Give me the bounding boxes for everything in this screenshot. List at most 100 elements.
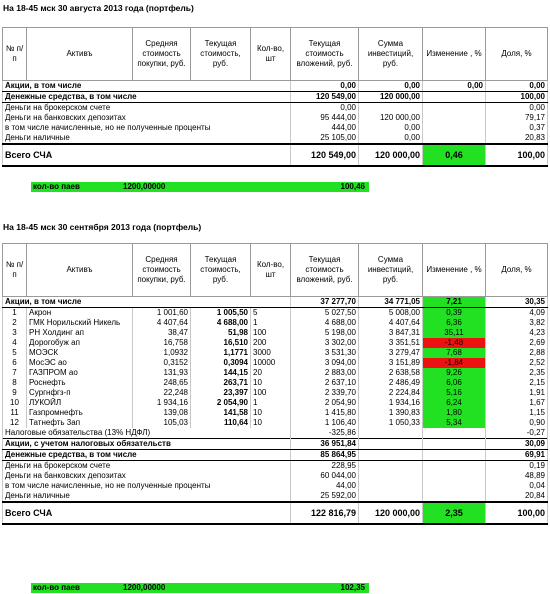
units-count: 1200,00000: [123, 182, 166, 191]
col-cur-price: Текущая стоимость, руб.: [190, 27, 251, 81]
stock-invest-cell: 4 407,64: [358, 318, 423, 328]
stock-share-cell: 3,82: [485, 318, 548, 328]
section-row-stocks-after-tax: Акции, с учетом налоговых обязательств 3…: [2, 438, 548, 450]
report2-title: На 18-45 мск 30 сентября 2013 года (порт…: [3, 222, 202, 232]
stock-n-cell: 5: [2, 348, 27, 358]
col-num: № п/п: [2, 27, 27, 81]
stock-value-cell: 4 688,00: [290, 318, 359, 328]
stock-invest-cell: 3 151,89: [358, 358, 423, 368]
header-row: № п/п Активъ Средняя стоимость покупки, …: [2, 27, 548, 81]
stock-row: 10 ЛУКОЙЛ 1 934,16 2 054,90 1 2 054,90 1 934,1…: [2, 398, 548, 408]
stock-name-cell: Сургнфгз-п: [26, 388, 133, 398]
stock-n-cell: 6: [2, 358, 27, 368]
stock-rows: 1 Акрон 1 001,60 1 005,50 5 5 027,50 5 008,00 0…: [2, 307, 548, 428]
stock-n-cell: 3: [2, 328, 27, 338]
stock-name-cell: Дорогобуж ап: [26, 338, 133, 348]
stock-value-cell: 2 637,10: [290, 378, 359, 388]
stock-avg-cell: 4 407,64: [132, 318, 191, 328]
stock-cur-cell: 1 005,50: [190, 307, 251, 318]
stock-name-cell: Газпромнефть: [26, 408, 133, 418]
total-row: Всего СЧА 120 549,00 120 000,00 0,46 100…: [2, 143, 548, 167]
stock-cur-cell: 0,3094: [190, 358, 251, 368]
stock-n-cell: 4: [2, 338, 27, 348]
stock-invest-cell: 1 050,33: [358, 418, 423, 428]
stock-name-cell: МосЭС ао: [26, 358, 133, 368]
stock-avg-cell: 248,65: [132, 378, 191, 388]
stock-row: 9 Сургнфгз-п 22,248 23,397 100 2 339,70 2 224,…: [2, 388, 548, 398]
stock-name-cell: ГАЗПРОМ ао: [26, 368, 133, 378]
col-change: Изменение , %: [422, 27, 486, 81]
stock-value-cell: 3 531,30: [290, 348, 359, 358]
stock-cur-cell: 16,510: [190, 338, 251, 348]
stock-n-cell: 10: [2, 398, 27, 408]
stock-row: 5 МОЭСК 1,0932 1,1771 3000 3 531,30 3 279,47 7,…: [2, 348, 548, 358]
stock-n-cell: 11: [2, 408, 27, 418]
section-row-cash: Денежные средства, в том числе 85 864,95…: [2, 449, 548, 461]
stock-name-cell: ЛУКОЙЛ: [26, 398, 133, 408]
stock-value-cell: 2 339,70: [290, 388, 359, 398]
stock-n-cell: 8: [2, 378, 27, 388]
units-count: 1200,00000: [123, 583, 166, 592]
stock-cur-cell: 1,1771: [190, 348, 251, 358]
stock-change-cell: 5,16: [422, 388, 486, 398]
col-share: Доля, %: [485, 243, 548, 297]
section-row-stocks: Акции, в том числе 37 277,70 34 771,05 7…: [2, 296, 548, 308]
stock-invest-cell: 2 224,84: [358, 388, 423, 398]
tax-row: Налоговые обязательства (13% НДФЛ) -325,…: [2, 428, 548, 439]
col-avg-price: Средняя стоимость покупки, руб.: [132, 243, 191, 297]
stock-n-cell: 7: [2, 368, 27, 378]
section-row-cash: Денежные средства, в том числе 120 549,0…: [2, 91, 548, 103]
stock-change-cell: 5,34: [422, 418, 486, 428]
stock-qty-cell: 3000: [250, 348, 291, 358]
col-num: № п/п: [2, 243, 27, 297]
stock-invest-cell: 3 847,31: [358, 328, 423, 338]
stock-invest-cell: 1 934,16: [358, 398, 423, 408]
stock-name-cell: МОЭСК: [26, 348, 133, 358]
stock-avg-cell: 0,3152: [132, 358, 191, 368]
stock-share-cell: 1,67: [485, 398, 548, 408]
cash-row: в том числе начисленные, но не полученны…: [2, 481, 548, 491]
stock-qty-cell: 100: [250, 388, 291, 398]
col-cur-value: Текущая стоимость вложений, руб.: [290, 27, 359, 81]
stock-share-cell: 2,69: [485, 338, 548, 348]
stock-qty-cell: 10000: [250, 358, 291, 368]
stock-qty-cell: 100: [250, 328, 291, 338]
report2-table: № п/п Активъ Средняя стоимость покупки, …: [2, 243, 548, 525]
stock-change-cell: 35,11: [422, 328, 486, 338]
stock-cur-cell: 144,15: [190, 368, 251, 378]
stock-change-cell: -1,48: [422, 338, 486, 348]
stock-cur-cell: 4 688,00: [190, 318, 251, 328]
stock-value-cell: 1 106,40: [290, 418, 359, 428]
stock-cur-cell: 23,397: [190, 388, 251, 398]
stock-share-cell: 4,23: [485, 328, 548, 338]
stock-share-cell: 2,15: [485, 378, 548, 388]
units-label: кол-во паев: [33, 182, 80, 191]
cash-row: Деньги на банковских депозитах 95 444,00…: [2, 113, 548, 123]
stock-cur-cell: 51,98: [190, 328, 251, 338]
stock-qty-cell: 1: [250, 398, 291, 408]
units-label: кол-во паев: [33, 583, 80, 592]
stock-n-cell: 2: [2, 318, 27, 328]
total-row: Всего СЧА 122 816,79 120 000,00 2,35 100…: [2, 501, 548, 525]
stock-avg-cell: 22,248: [132, 388, 191, 398]
stock-qty-cell: 10: [250, 408, 291, 418]
stock-value-cell: 2 883,00: [290, 368, 359, 378]
stock-cur-cell: 141,58: [190, 408, 251, 418]
units-bar: кол-во паев 1200,00000 100,46: [31, 182, 369, 192]
cash-row: Деньги на брокерском счете 0,00 0,00: [2, 102, 548, 113]
stock-share-cell: 2,35: [485, 368, 548, 378]
cash-row: Деньги наличные 25 592,00 20,84: [2, 491, 548, 502]
stock-avg-cell: 131,93: [132, 368, 191, 378]
stock-row: 12 Татнефть 3ап 105,03 110,64 10 1 106,40 1 05…: [2, 418, 548, 428]
col-asset: Активъ: [26, 243, 133, 297]
col-invest: Сумма инвестиций, руб.: [358, 243, 423, 297]
stock-qty-cell: 200: [250, 338, 291, 348]
stock-name-cell: ГМК Норильский Никель: [26, 318, 133, 328]
stock-row: 1 Акрон 1 001,60 1 005,50 5 5 027,50 5 008,00 0…: [2, 307, 548, 318]
stock-n-cell: 12: [2, 418, 27, 428]
stock-value-cell: 5 198,00: [290, 328, 359, 338]
col-change: Изменение , %: [422, 243, 486, 297]
stock-change-cell: 9,26: [422, 368, 486, 378]
units-bar: кол-во паев 1200,00000 102,35: [31, 583, 369, 593]
stock-share-cell: 0,90: [485, 418, 548, 428]
